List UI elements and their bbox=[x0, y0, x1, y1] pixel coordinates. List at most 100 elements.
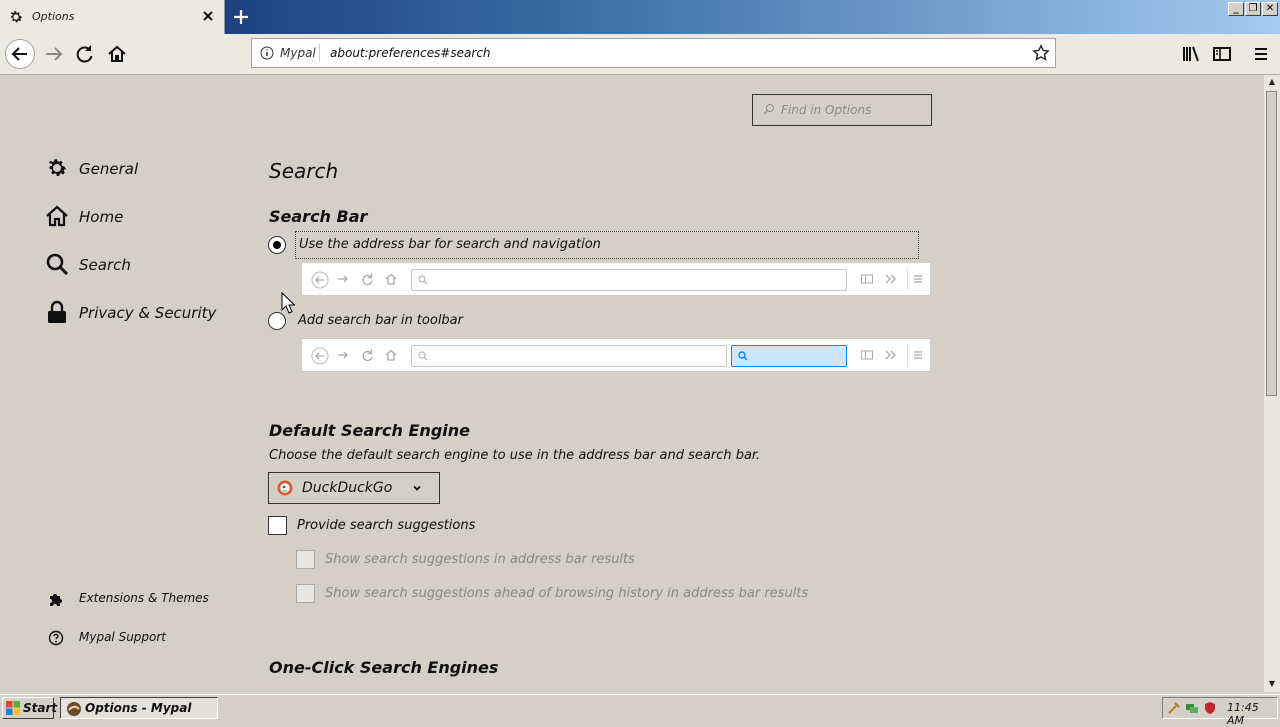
sidebar-item-label: General bbox=[79, 160, 139, 178]
tab-options[interactable]: Options bbox=[0, 0, 225, 34]
start-label: Start bbox=[23, 701, 58, 715]
system-tray: 11:45 AM bbox=[1162, 697, 1278, 727]
extensions-themes-label: Extensions & Themes bbox=[79, 591, 209, 605]
tray-shield-icon[interactable] bbox=[1203, 701, 1217, 715]
navigation-toolbar: Mypal about:preferences#search bbox=[0, 34, 1280, 75]
taskbar: Start Options - Mypal 11:45 AM bbox=[0, 694, 1280, 727]
bookmark-star-icon[interactable] bbox=[1032, 44, 1050, 62]
back-button[interactable] bbox=[5, 39, 35, 69]
lock-icon bbox=[45, 300, 69, 324]
taskbar-item-mypal[interactable]: Options - Mypal bbox=[60, 697, 218, 719]
search-icon bbox=[763, 103, 775, 115]
url-text[interactable]: about:preferences#search bbox=[330, 46, 491, 60]
menu-icon[interactable] bbox=[1247, 40, 1275, 68]
overflow-icon bbox=[883, 271, 899, 287]
sidebar-item-label: Privacy & Security bbox=[79, 304, 217, 322]
back-icon bbox=[311, 271, 329, 289]
home-icon bbox=[383, 347, 399, 363]
radio-selected-dot bbox=[273, 241, 281, 249]
puzzle-icon bbox=[48, 591, 64, 607]
default-engine-heading: Default Search Engine bbox=[269, 421, 470, 440]
suggestions-ahead-history-label: Show search suggestions ahead of browsin… bbox=[325, 586, 809, 601]
forward-icon bbox=[335, 271, 351, 287]
find-in-options-input[interactable]: Find in Options bbox=[752, 94, 932, 126]
home-button[interactable] bbox=[103, 40, 131, 68]
close-tab-icon[interactable] bbox=[200, 8, 216, 24]
gear-icon bbox=[45, 156, 69, 180]
preview-address-bar-only bbox=[301, 262, 931, 296]
page-title: Search bbox=[269, 159, 339, 183]
reload-button[interactable] bbox=[71, 40, 99, 68]
taskbar-item-label: Options - Mypal bbox=[85, 701, 192, 715]
option-address-bar-label: Use the address bar for search and navig… bbox=[299, 237, 601, 252]
vertical-scrollbar[interactable]: ▲ ▼ bbox=[1264, 75, 1280, 692]
find-placeholder: Find in Options bbox=[781, 103, 872, 117]
provide-suggestions-checkbox[interactable] bbox=[268, 516, 287, 535]
identity-label: Mypal bbox=[280, 46, 316, 60]
preview-url-bar bbox=[411, 345, 727, 367]
option-address-bar-focus[interactable]: Use the address bar for search and navig… bbox=[295, 231, 919, 259]
menu-icon bbox=[910, 271, 926, 287]
suggestions-address-bar-label: Show search suggestions in address bar r… bbox=[325, 552, 635, 567]
minimize-button[interactable]: _ bbox=[1228, 2, 1244, 16]
preview-url-bar bbox=[411, 269, 847, 291]
default-engine-select[interactable]: DuckDuckGo bbox=[268, 472, 440, 504]
start-button[interactable]: Start bbox=[2, 697, 58, 719]
url-bar[interactable]: Mypal about:preferences#search bbox=[251, 38, 1056, 68]
tab-strip: Options _ ❐ ✕ bbox=[0, 0, 1280, 34]
back-icon bbox=[311, 347, 329, 365]
overflow-icon bbox=[883, 347, 899, 363]
radio-address-bar[interactable] bbox=[268, 236, 286, 254]
suggestions-ahead-history-checkbox[interactable] bbox=[296, 584, 315, 603]
suggestions-address-bar-checkbox[interactable] bbox=[296, 550, 315, 569]
duckduckgo-icon bbox=[277, 480, 293, 496]
search-bar-heading: Search Bar bbox=[269, 207, 368, 226]
default-engine-description: Choose the default search engine to use … bbox=[269, 448, 761, 463]
preview-with-search-bar bbox=[301, 338, 931, 372]
home-icon bbox=[383, 271, 399, 287]
tray-tools-icon[interactable] bbox=[1167, 701, 1181, 715]
home-icon bbox=[45, 204, 69, 228]
reload-icon bbox=[359, 347, 375, 363]
windows-logo-icon bbox=[6, 701, 20, 715]
sidebar-item-label: Home bbox=[79, 208, 124, 226]
forward-button[interactable] bbox=[40, 40, 68, 68]
provide-suggestions-label[interactable]: Provide search suggestions bbox=[297, 518, 475, 533]
search-icon bbox=[418, 275, 428, 285]
new-tab-button[interactable] bbox=[230, 6, 252, 28]
search-icon bbox=[418, 351, 428, 361]
radio-toolbar-search-bar[interactable] bbox=[268, 312, 286, 330]
mouse-cursor-icon bbox=[281, 292, 295, 314]
scroll-up-icon[interactable]: ▲ bbox=[1266, 77, 1278, 87]
chevron-down-icon bbox=[411, 482, 423, 494]
preview-search-bar bbox=[731, 345, 847, 367]
tray-network-icon[interactable] bbox=[1185, 701, 1199, 715]
menu-icon bbox=[910, 347, 926, 363]
sidebar-icon bbox=[859, 271, 875, 287]
preferences-content: Find in Options General Home Search Priv… bbox=[0, 75, 1264, 692]
search-icon bbox=[45, 252, 69, 276]
preview-separator bbox=[907, 268, 908, 290]
selected-engine: DuckDuckGo bbox=[302, 480, 393, 496]
mypal-app-icon bbox=[66, 701, 82, 717]
search-icon bbox=[738, 351, 748, 361]
clock: 11:45 AM bbox=[1227, 701, 1259, 727]
scroll-down-icon[interactable]: ▼ bbox=[1266, 679, 1278, 689]
mypal-support-label: Mypal Support bbox=[79, 630, 167, 644]
library-icon[interactable] bbox=[1177, 40, 1205, 68]
scroll-thumb[interactable] bbox=[1266, 91, 1277, 396]
sidebar-item-label: Search bbox=[79, 256, 131, 274]
forward-icon bbox=[335, 347, 351, 363]
preview-separator bbox=[907, 344, 908, 366]
sidebar-icon bbox=[859, 347, 875, 363]
reload-icon bbox=[359, 271, 375, 287]
sidebar-toggle-icon[interactable] bbox=[1208, 40, 1236, 68]
info-icon[interactable] bbox=[260, 46, 274, 60]
tab-title: Options bbox=[32, 10, 75, 23]
gear-icon bbox=[8, 9, 24, 25]
restore-button[interactable]: ❐ bbox=[1245, 2, 1261, 16]
url-separator bbox=[319, 44, 320, 62]
help-icon bbox=[48, 630, 64, 646]
close-window-button[interactable]: ✕ bbox=[1262, 2, 1278, 16]
option-toolbar-label[interactable]: Add search bar in toolbar bbox=[298, 313, 463, 328]
